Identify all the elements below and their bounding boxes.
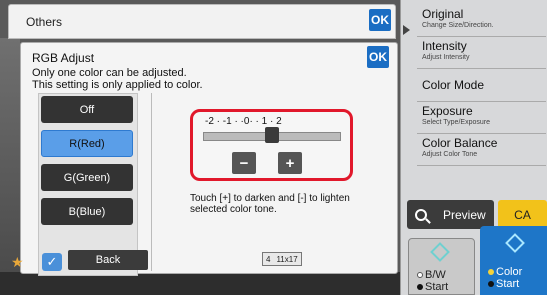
- original-sub: Change Size/Direction.: [422, 22, 494, 29]
- favorite-star-icon[interactable]: ★: [11, 254, 24, 271]
- dialog-title: Others: [26, 15, 63, 29]
- intensity-sub: Adjust Intensity: [422, 54, 470, 61]
- start-diamond-icon: [430, 242, 450, 262]
- exposure-label: Exposure: [422, 104, 473, 118]
- others-dialog-header: Others: [8, 4, 396, 39]
- description-line-2: This setting is only applied to color.: [32, 79, 203, 91]
- color-start-button[interactable]: Color Start: [480, 226, 547, 295]
- expand-arrow-icon[interactable]: [403, 25, 410, 35]
- blue-button[interactable]: B(Blue): [41, 198, 133, 225]
- exposure-setting[interactable]: Exposure Select Type/Exposure: [417, 102, 546, 134]
- bw-start-line2: Start: [417, 281, 448, 293]
- description-line-1: Only one color can be adjusted.: [32, 67, 187, 79]
- intensity-setting[interactable]: Intensity Adjust Intensity: [417, 37, 546, 69]
- color-mode-setting[interactable]: Color Mode: [417, 69, 546, 102]
- color-mode-label: Color Mode: [422, 78, 485, 92]
- start-diamond-icon: [505, 233, 525, 253]
- minus-button[interactable]: −: [232, 152, 256, 174]
- dialog-ok-button[interactable]: OK: [369, 9, 391, 31]
- slider-thumb[interactable]: [265, 127, 279, 143]
- help-line-1: Touch [+] to darken and [-] to lighten: [190, 193, 350, 204]
- color-balance-label: Color Balance: [422, 136, 498, 150]
- rgb-adjust-panel: RGB Adjust OK Only one color can be adju…: [20, 42, 398, 276]
- color-start-line1: Color: [488, 266, 522, 278]
- plus-label: +: [285, 154, 295, 172]
- red-button[interactable]: R(Red): [41, 130, 133, 157]
- original-setting[interactable]: Original Change Size/Direction.: [417, 5, 546, 37]
- red-label: R(Red): [69, 137, 105, 150]
- ca-button[interactable]: CA: [498, 200, 547, 229]
- original-label: Original: [422, 7, 464, 21]
- color-balance-sub: Adjust Color Tone: [422, 151, 478, 158]
- color-balance-setting[interactable]: Color Balance Adjust Color Tone: [417, 134, 546, 166]
- back-button[interactable]: Back: [68, 250, 148, 270]
- slider-scale: -2 · -1 · ·0· · 1 · 2: [205, 116, 282, 127]
- help-line-2: selected color tone.: [190, 204, 277, 215]
- bw-start-line1: B/W: [417, 269, 446, 281]
- blue-label: B(Blue): [68, 205, 106, 218]
- green-label: G(Green): [63, 171, 111, 184]
- preview-button[interactable]: Preview: [407, 200, 494, 229]
- dialog-ok-label: OK: [371, 13, 389, 27]
- panel-ok-label: OK: [369, 50, 387, 64]
- paper-count: 4: [266, 254, 271, 264]
- left-background-strip: [0, 38, 20, 278]
- color-selection-group: Off R(Red) G(Green) B(Blue): [38, 93, 138, 276]
- preview-label: Preview: [443, 207, 486, 222]
- color-start-line2: Start: [488, 278, 519, 290]
- checkmark-icon[interactable]: ✓: [42, 253, 62, 271]
- paper-size: 11x17: [276, 254, 298, 264]
- panel-title: RGB Adjust: [32, 51, 95, 65]
- bw-start-button[interactable]: B/W Start: [408, 238, 475, 295]
- color-tone-slider-box: -2 · -1 · ·0· · 1 · 2 − +: [190, 109, 353, 181]
- off-label: Off: [79, 103, 95, 116]
- ca-label: CA: [514, 207, 531, 222]
- intensity-label: Intensity: [422, 39, 467, 53]
- plus-button[interactable]: +: [278, 152, 302, 174]
- minus-label: −: [239, 154, 249, 172]
- help-text: Touch [+] to darken and [-] to lighten s…: [190, 193, 375, 215]
- magnifier-icon: [415, 208, 427, 221]
- exposure-sub: Select Type/Exposure: [422, 119, 490, 126]
- panel-ok-button[interactable]: OK: [367, 46, 389, 68]
- back-label: Back: [95, 254, 121, 266]
- green-button[interactable]: G(Green): [41, 164, 133, 191]
- panel-divider: [151, 93, 152, 271]
- off-button[interactable]: Off: [41, 96, 133, 123]
- panel-description: Only one color can be adjusted. This set…: [32, 67, 203, 91]
- paper-size-indicator: 4 11x17: [262, 252, 302, 266]
